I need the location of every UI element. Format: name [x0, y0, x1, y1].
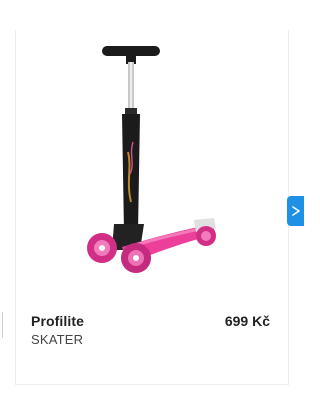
chevron-right-icon: [291, 206, 300, 216]
previous-card-edge: [0, 312, 3, 338]
product-brand: SKATER: [31, 332, 84, 347]
carousel-next-button[interactable]: [287, 196, 304, 226]
pink-scooter-image[interactable]: [62, 42, 232, 288]
product-price: 699 Kč: [224, 313, 270, 329]
product-carousel: Profilite SKATER 699 Kč: [0, 0, 304, 406]
product-name[interactable]: Profilite: [31, 313, 84, 329]
